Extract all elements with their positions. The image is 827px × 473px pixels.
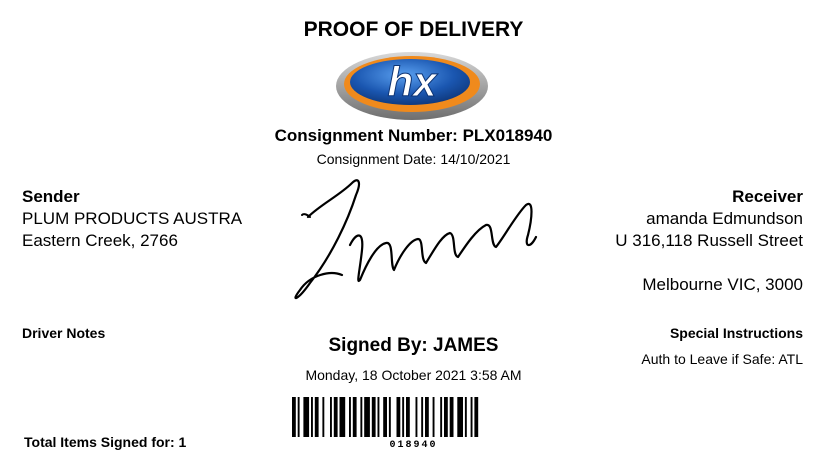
receiver-street: U 316,118 Russell Street xyxy=(615,231,803,250)
sender-block: Sender PLUM PRODUCTS AUSTRA Eastern Cree… xyxy=(22,186,272,252)
barcode-bar xyxy=(464,397,467,437)
barcode-bar xyxy=(360,397,363,437)
receiver-name: amanda Edmundson xyxy=(646,209,803,228)
barcode-bar xyxy=(303,397,310,437)
barcode-bar xyxy=(311,397,313,437)
consignment-date: Consignment Date: 14/10/2021 xyxy=(316,151,511,167)
barcode-bar xyxy=(421,397,424,437)
barcode-bar xyxy=(388,397,391,437)
barcode-bar xyxy=(432,397,435,437)
barcode-bar xyxy=(330,397,332,437)
total-items-signed: Total Items Signed for: 1 xyxy=(24,434,187,450)
barcode-bar xyxy=(425,397,429,437)
signature-image xyxy=(294,179,538,300)
barcode-bar xyxy=(349,397,351,437)
barcode-bar xyxy=(322,397,325,437)
barcode-image xyxy=(292,397,479,437)
barcode-bar xyxy=(449,397,454,437)
barcode-bar xyxy=(371,397,376,437)
barcode-bar xyxy=(470,397,473,437)
hx-logo: hx xyxy=(336,52,488,120)
barcode-bar xyxy=(440,397,443,437)
receiver-city: Melbourne VIC, 3000 xyxy=(642,275,803,294)
signed-datetime: Monday, 18 October 2021 3:58 AM xyxy=(305,367,522,383)
sender-name: PLUM PRODUCTS AUSTRA xyxy=(22,209,243,228)
barcode-bar xyxy=(297,397,300,437)
barcode-bar xyxy=(383,397,387,437)
sender-header: Sender xyxy=(22,187,80,206)
logo-text: hx xyxy=(387,58,438,105)
receiver-block: Receiver amanda Edmundson U 316,118 Russ… xyxy=(615,186,803,296)
receiver-header: Receiver xyxy=(732,187,803,206)
consignment-number: Consignment Number: PLX018940 xyxy=(274,126,553,145)
barcode-bar xyxy=(415,397,418,437)
barcode-bar xyxy=(402,397,405,437)
barcode-bar xyxy=(406,397,410,437)
sender-address: Eastern Creek, 2766 xyxy=(22,231,178,250)
barcode-bar xyxy=(457,397,463,437)
barcode-bar xyxy=(314,397,319,437)
barcode-bar xyxy=(377,397,380,437)
barcode-bar xyxy=(474,397,479,437)
barcode-bar xyxy=(339,397,346,437)
document-title: PROOF OF DELIVERY xyxy=(303,18,524,41)
special-instructions-header: Special Instructions xyxy=(669,325,803,341)
barcode-bar xyxy=(396,397,401,437)
barcode-bar xyxy=(444,397,448,437)
barcode-bar xyxy=(352,397,357,437)
barcode-bar xyxy=(364,397,370,437)
barcode-bar xyxy=(333,397,338,437)
barcode-bar xyxy=(292,397,296,437)
special-instructions-text: Auth to Leave if Safe: ATL xyxy=(641,351,803,367)
